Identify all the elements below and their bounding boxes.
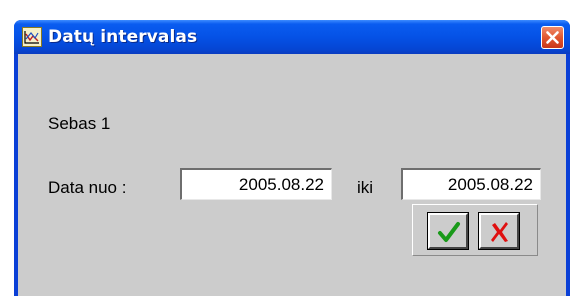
date-to-field[interactable]: 2005.08.22 bbox=[401, 168, 541, 200]
group-label: Sebas 1 bbox=[48, 114, 111, 133]
checkmark-icon bbox=[438, 222, 460, 242]
title-bar[interactable]: Datų intervalas bbox=[14, 20, 570, 54]
button-panel bbox=[412, 204, 538, 256]
close-icon bbox=[546, 31, 559, 44]
cancel-button[interactable] bbox=[478, 212, 520, 250]
ok-button[interactable] bbox=[427, 212, 469, 250]
close-button[interactable] bbox=[541, 26, 564, 49]
date-from-field[interactable]: 2005.08.22 bbox=[180, 168, 332, 200]
date-to-label: iki bbox=[357, 178, 374, 197]
window-title: Datų intervalas bbox=[48, 27, 198, 47]
chart-icon bbox=[22, 27, 42, 47]
dialog-client-area: Sebas 1 Data nuo : 2005.08.22 iki 2005.0… bbox=[18, 54, 566, 296]
dialog-window: Datų intervalas Sebas 1 Data nuo : 2005.… bbox=[14, 20, 570, 296]
date-from-label: Data nuo : bbox=[48, 178, 127, 197]
red-x-icon bbox=[491, 222, 508, 242]
